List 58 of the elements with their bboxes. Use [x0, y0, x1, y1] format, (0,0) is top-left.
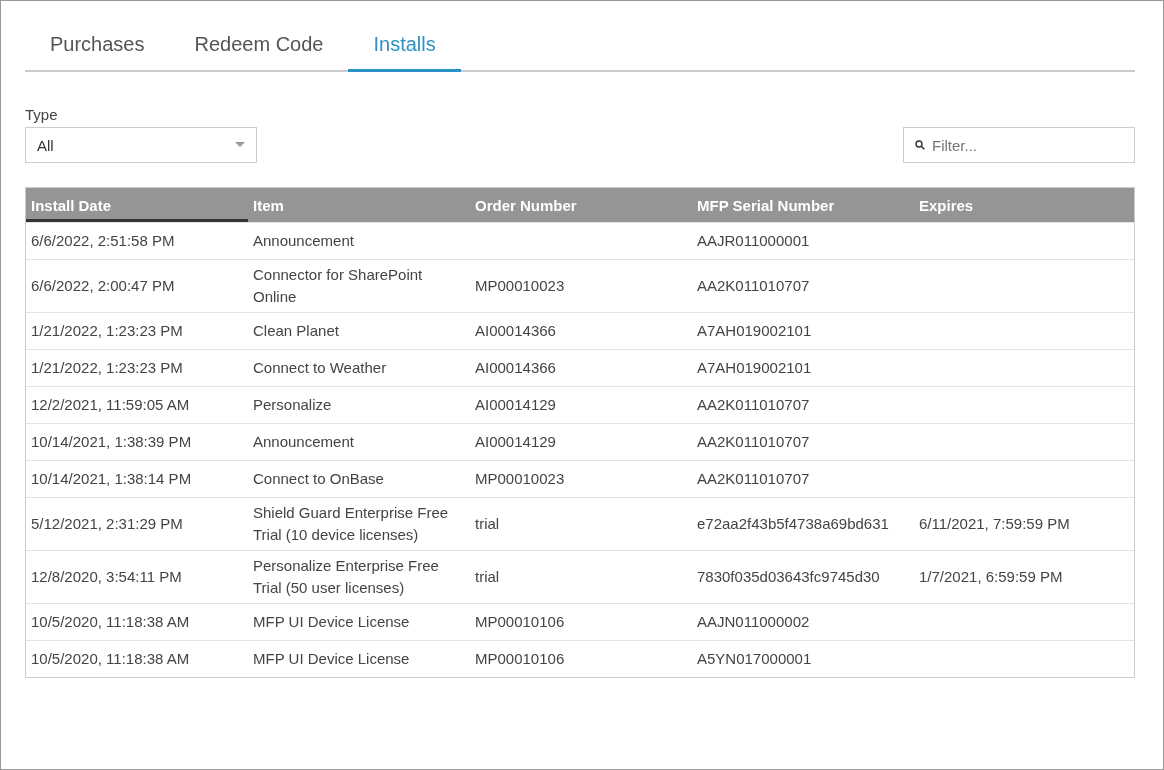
table-cell-text: A5YN017000001 [697, 649, 812, 669]
table-cell-text: 6/6/2022, 2:00:47 PM [31, 276, 175, 296]
type-dropdown[interactable]: All [25, 127, 257, 163]
table-cell-text: 5/12/2021, 2:31:29 PM [31, 514, 183, 534]
table-cell-text: trial [475, 567, 500, 587]
column-header[interactable]: Item [248, 188, 470, 222]
table-cell-text: Shield Guard Enterprise Free Trial (10 device licenses) [253, 503, 450, 545]
table-cell-text: Connector for SharePoint Online [253, 265, 424, 307]
search-icon [915, 140, 925, 150]
table-cell-text: 12/2/2021, 11:59:05 AM [31, 395, 190, 415]
table-cell-text: AI00014129 [475, 432, 556, 452]
table-cell-text: 6/6/2022, 2:51:58 PM [31, 231, 175, 251]
table-cell-text: AA2K011010707 [697, 469, 810, 489]
table-cell-text: AAJN011000002 [697, 612, 810, 632]
column-header[interactable]: Order Number [470, 188, 692, 222]
table-cell-text: Announcement [253, 432, 354, 452]
table-cell-text: Announcement [253, 231, 354, 251]
table-cell-text: 1/21/2022, 1:23:23 PM [31, 321, 183, 341]
table-cell-text: AI00014366 [475, 358, 556, 378]
type-label: Type [25, 106, 59, 123]
table-cell-text: A7AH019002101 [697, 358, 812, 378]
column-header[interactable]: MFP Serial Number [692, 188, 914, 222]
filter-field[interactable]: Filter... [903, 127, 1135, 163]
table-cell-text: Personalize Enterprise Free Trial (50 user licenses) [253, 556, 440, 598]
table-cell-text: 1/21/2022, 1:23:23 PM [31, 358, 183, 378]
caret-icon [235, 142, 245, 148]
table-cell-text: Connect to OnBase [253, 469, 384, 489]
table-cell-text: trial [475, 514, 500, 534]
table-cell-text: 1/7/2021, 6:59:59 PM [919, 567, 1063, 587]
table-cell-text: Clean Planet [253, 321, 339, 341]
table-cell-text: MP00010106 [475, 649, 565, 669]
column-header[interactable]: Install Date [26, 188, 248, 222]
tab[interactable]: Purchases [25, 25, 170, 62]
table-cell-text: MP00010106 [475, 612, 565, 632]
table-cell-text: 10/14/2021, 1:38:14 PM [31, 469, 192, 489]
table-cell-text: AA2K011010707 [697, 432, 810, 452]
table-cell-text: 10/14/2021, 1:38:39 PM [31, 432, 192, 452]
table-cell-text: MFP UI Device License [253, 649, 410, 669]
table-cell-text: 7830f035d03643fc9745d30 [697, 567, 880, 587]
table-cell-text: MFP UI Device License [253, 612, 410, 632]
column-header[interactable]: Expires [914, 188, 1134, 222]
table-cell-text: AAJR011000001 [697, 231, 810, 251]
table-cell-text: AI00014366 [475, 321, 556, 341]
table-cell-text: AI00014129 [475, 395, 556, 415]
table-cell-text: Personalize [253, 395, 332, 415]
table-cell-text: 10/5/2020, 11:18:38 AM [31, 612, 190, 632]
table-cell-text: 12/8/2020, 3:54:11 PM [31, 567, 182, 587]
table-cell-text: e72aa2f43b5f4738a69bd631 [697, 514, 889, 534]
tab[interactable]: Installs [348, 25, 461, 72]
table-cell-text: MP00010023 [475, 276, 565, 296]
tab[interactable]: Redeem Code [169, 25, 349, 62]
table-cell-text: MP00010023 [475, 469, 565, 489]
table-cell-text: AA2K011010707 [697, 395, 810, 415]
table-cell-text: AA2K011010707 [697, 276, 810, 296]
table-cell-text: Connect to Weather [253, 358, 387, 378]
table-cell-text: A7AH019002101 [697, 321, 812, 341]
table-cell-text: 6/11/2021, 7:59:59 PM [919, 514, 1070, 534]
table-cell-text: 10/5/2020, 11:18:38 AM [31, 649, 190, 669]
